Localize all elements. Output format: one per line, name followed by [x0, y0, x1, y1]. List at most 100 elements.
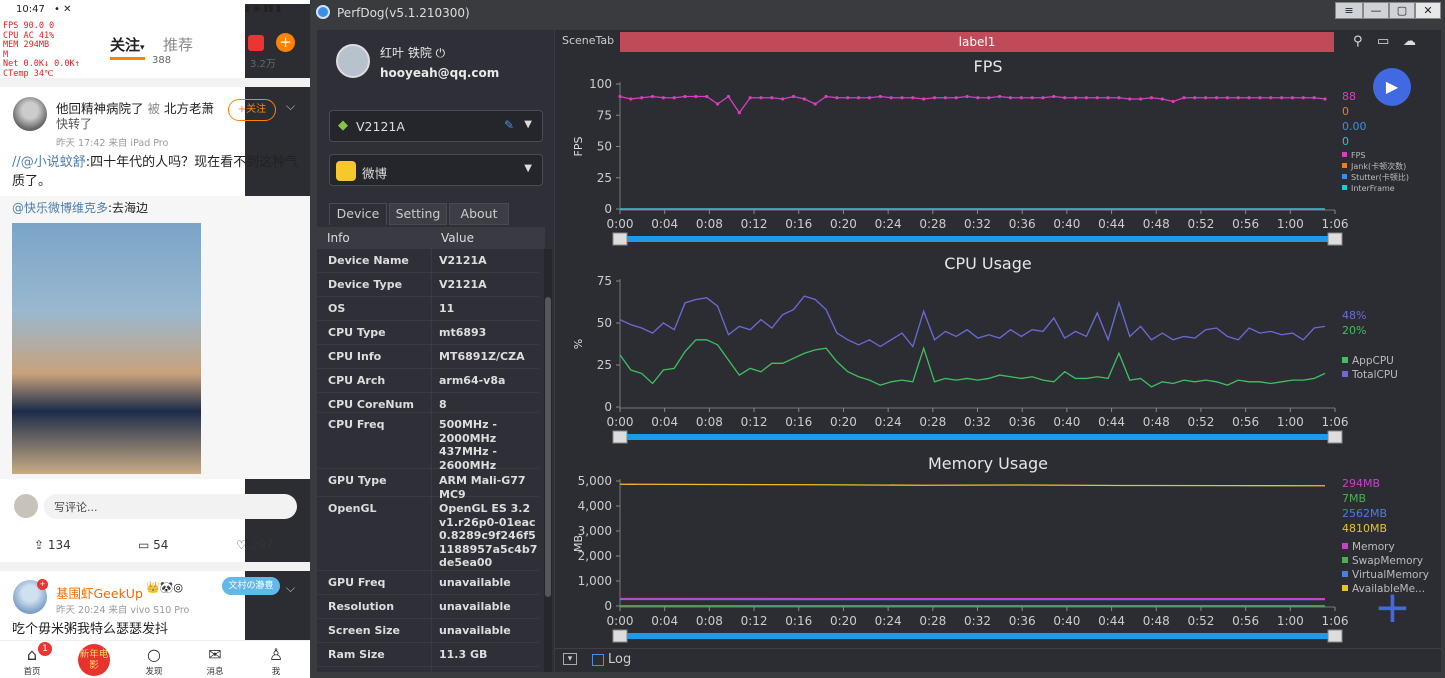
avatar[interactable]: [336, 44, 370, 78]
tab-recommend[interactable]: 推荐: [163, 34, 193, 55]
data-point: [1128, 97, 1132, 101]
current-value: 4810MB: [1342, 522, 1387, 535]
x-tick-label: 0:56: [1232, 217, 1259, 231]
author-name[interactable]: 基围虾GeekUp: [56, 583, 143, 602]
avatar[interactable]: [13, 97, 47, 131]
legend-swatch: [1342, 174, 1347, 179]
x-tick-label: 0:00: [607, 217, 634, 231]
app-select-value: 微博: [362, 166, 388, 181]
tab-about[interactable]: About: [449, 203, 509, 225]
add-chart-button[interactable]: +: [1374, 586, 1411, 630]
collapse-button[interactable]: ▾: [563, 653, 577, 665]
post-text: 吃个毋米粥我特么瑟瑟发抖: [12, 622, 169, 637]
table-row: CPU Type mt6893: [317, 321, 539, 345]
x-tick-label: 0:04: [651, 415, 678, 429]
x-tick-label: 0:20: [830, 217, 857, 231]
author-name[interactable]: 他回精神病院了: [56, 101, 144, 116]
cloud-icon[interactable]: ☁: [1403, 34, 1416, 49]
row-value: 11: [439, 302, 455, 315]
like-action[interactable]: ♡ 297: [236, 538, 274, 552]
tab-device[interactable]: Device: [329, 203, 387, 225]
x-tick-label: 0:04: [651, 217, 678, 231]
y-tick-label: 50: [597, 316, 612, 330]
repost-action[interactable]: ⇪ 134: [34, 538, 71, 552]
comment-input[interactable]: 写评论...: [44, 494, 297, 519]
chevron-down-icon[interactable]: ⌵: [286, 581, 295, 596]
scene-tab-label[interactable]: SceneTab: [562, 34, 614, 47]
nav-messages-label: 消息: [206, 667, 224, 677]
slider-handle-right: [1327, 430, 1343, 444]
data-point: [1030, 96, 1034, 100]
data-point: [943, 96, 947, 100]
avatar: [14, 494, 38, 518]
row-value: unavailable: [439, 576, 511, 589]
slider-handle-left: [612, 629, 628, 643]
row-key: CPU Info: [328, 350, 382, 363]
like-count: 297: [250, 538, 274, 552]
y-tick-label: 0: [604, 599, 612, 613]
chevron-down-icon[interactable]: ⌵: [286, 99, 295, 114]
x-tick-label: 0:40: [1053, 415, 1080, 429]
perfdog-window: PerfDog(v5.1.210300) ≡ — ▢ ✕ 红叶 铁院 ⏻ hoo…: [310, 0, 1445, 678]
scrollbar-thumb[interactable]: [545, 297, 551, 597]
nav-messages[interactable]: ✉ 消息: [195, 645, 235, 677]
x-tick-label: 0:48: [1143, 415, 1170, 429]
data-point: [1280, 96, 1284, 100]
slider-handle-right: [1327, 232, 1343, 246]
x-tick-label: 0:36: [1009, 614, 1036, 628]
movie-promo-button[interactable]: 新年电影: [78, 644, 110, 676]
current-value: 0.00: [1342, 120, 1367, 133]
post-meta: 昨天 17:42 来自 iPad Pro: [56, 138, 169, 149]
row-value: 500MHz - 2000MHz 437MHz - 2600MHz: [439, 418, 497, 472]
location-icon[interactable]: ⚲: [1353, 34, 1363, 49]
legend-swatch: [1342, 357, 1348, 363]
repost-mention[interactable]: @快乐微博维克多: [12, 201, 108, 215]
data-point: [694, 94, 698, 99]
play-button[interactable]: ▶: [1373, 68, 1411, 106]
x-tick-label: 0:56: [1232, 415, 1259, 429]
folder-icon[interactable]: ▭: [1377, 34, 1389, 49]
left-panel: 红叶 铁院 ⏻ hooyeah@qq.com ◆ V2121A ✎ ▼ 微博 ▼…: [317, 30, 554, 672]
x-tick-label: 0:16: [785, 415, 812, 429]
tab-setting[interactable]: Setting: [389, 203, 447, 225]
data-point: [932, 96, 937, 100]
maximize-button[interactable]: ▢: [1389, 2, 1415, 19]
table-row: Device Name V2121A: [317, 249, 539, 273]
x-tick-label: 0:20: [830, 415, 857, 429]
data-point: [998, 94, 1002, 99]
log-checkbox[interactable]: [592, 654, 604, 666]
current-value: 0: [1342, 105, 1349, 118]
label-bar[interactable]: label1: [620, 32, 1334, 52]
table-row: OS 11: [317, 297, 539, 321]
minimize-button[interactable]: —: [1363, 2, 1389, 19]
nav-me[interactable]: ♙ 我: [256, 645, 296, 677]
data-point: [640, 96, 644, 100]
data-point: [802, 97, 806, 101]
post-image[interactable]: [12, 223, 201, 474]
nav-discover[interactable]: ○ 发现: [134, 645, 174, 677]
status-bar: 10:47 • ✕ ▮ ◉ ▮▮ ▮: [0, 0, 310, 646]
mention-link[interactable]: //@小说蚊舒: [12, 155, 86, 170]
data-point: [1095, 96, 1099, 100]
device-select[interactable]: ◆ V2121A ✎ ▼: [329, 110, 543, 142]
red-packet-icon[interactable]: [248, 35, 264, 51]
edit-icon[interactable]: ✎: [504, 118, 514, 132]
data-point: [813, 102, 817, 106]
post-text: //@小说蚊舒:四十年代的人吗？现在看不到这种气质了。: [12, 153, 302, 191]
device-select-value: V2121A: [356, 119, 405, 134]
row-key: CPU Arch: [328, 374, 386, 387]
series-line-fps: [619, 95, 1326, 114]
status-time: 10:47: [16, 4, 45, 15]
close-button[interactable]: ✕: [1415, 2, 1441, 19]
menu-button[interactable]: ≡: [1335, 2, 1363, 19]
app-select[interactable]: 微博 ▼: [329, 154, 543, 186]
y-tick-label: 5,000: [578, 474, 612, 488]
overlay-line: CTemp 34℃: [3, 68, 54, 79]
compose-button[interactable]: +: [276, 33, 295, 52]
data-point: [1236, 96, 1240, 100]
x-tick-label: 0:36: [1009, 415, 1036, 429]
x-tick-label: 0:56: [1232, 614, 1259, 628]
author-name-2[interactable]: 北方老萧: [164, 101, 214, 116]
comment-action[interactable]: ▭ 54: [138, 538, 168, 552]
follow-button[interactable]: +关注: [228, 99, 276, 121]
